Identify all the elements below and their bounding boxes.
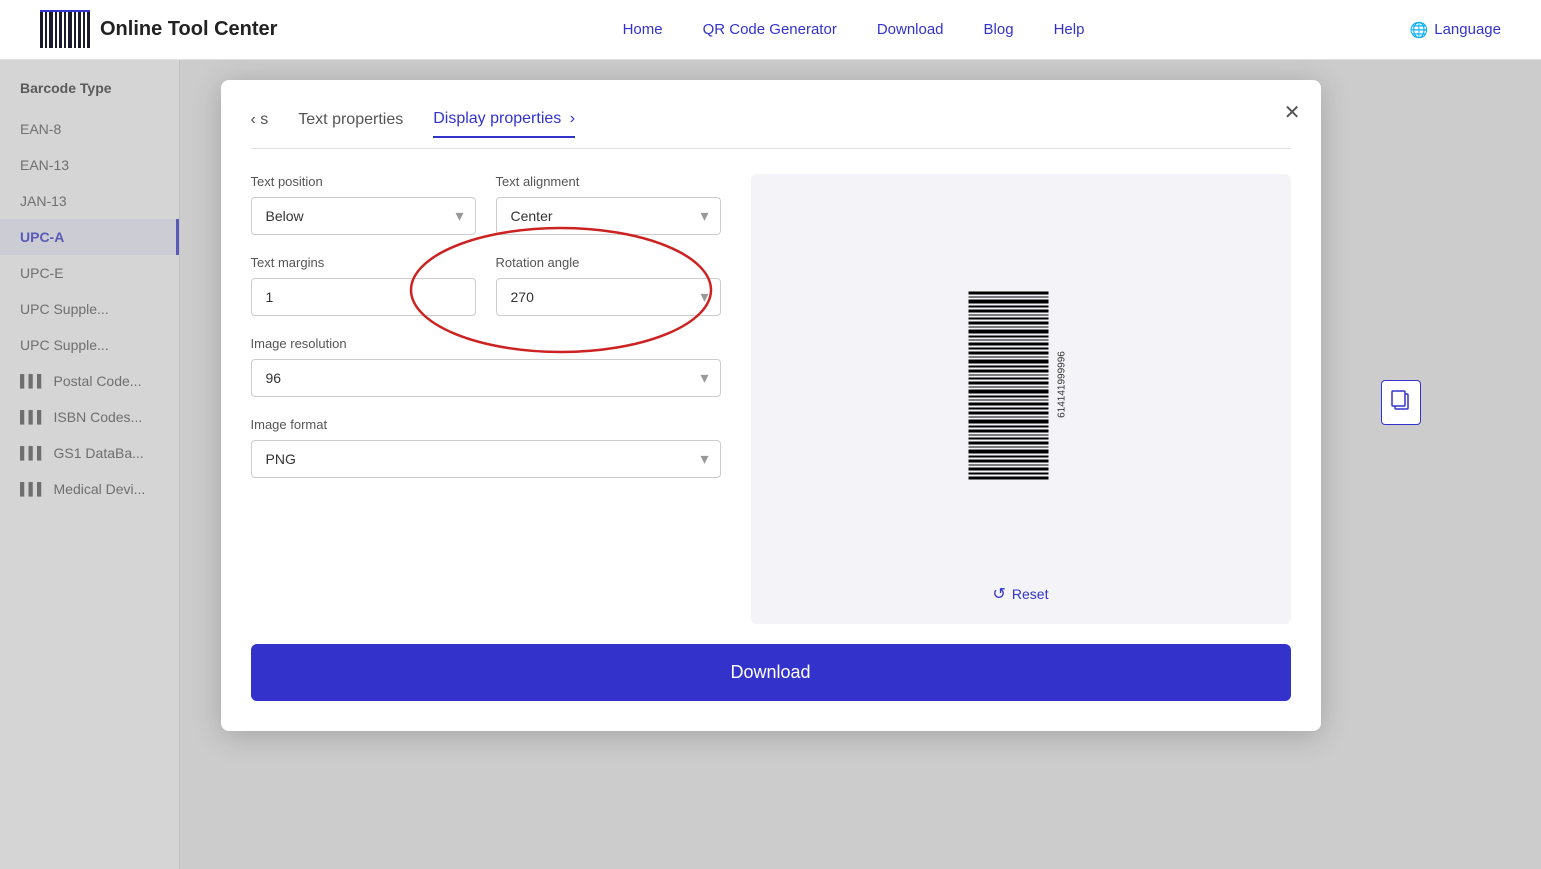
- image-resolution-label: Image resolution: [251, 336, 721, 351]
- logo-barcode-icon: [40, 10, 90, 50]
- chevron-left-icon: ‹: [251, 111, 256, 128]
- tab-display-properties[interactable]: Display properties ›: [433, 110, 575, 138]
- copy-icon: [1390, 389, 1412, 411]
- image-resolution-group: Image resolution 72 96 150 300: [251, 336, 721, 397]
- language-selector[interactable]: 🌐 Language: [1410, 21, 1501, 39]
- reset-label: Reset: [1012, 586, 1049, 602]
- form-row-1: Text position Below Above None Text alig…: [251, 174, 721, 235]
- reset-button[interactable]: ↺ Reset: [993, 584, 1049, 604]
- text-margins-input[interactable]: [251, 278, 476, 316]
- modal-overlay: ‹ ←ss Text properties Display properties…: [0, 60, 1541, 869]
- logo[interactable]: Online Tool Center: [40, 10, 277, 50]
- nav-blog[interactable]: Blog: [984, 21, 1014, 38]
- text-alignment-select[interactable]: Center Left Right: [496, 197, 721, 235]
- barcode-preview: 614141999996: [921, 194, 1121, 574]
- image-format-select-wrapper: PNG JPEG SVG BMP: [251, 440, 721, 478]
- header: Online Tool Center Home QR Code Generato…: [0, 0, 1541, 60]
- copy-icon-button[interactable]: [1381, 380, 1421, 425]
- barcode-svg: 614141999996: [968, 284, 1068, 484]
- image-format-label: Image format: [251, 417, 721, 432]
- rotation-angle-label: Rotation angle: [496, 255, 721, 270]
- download-button[interactable]: Download: [251, 644, 1291, 701]
- nav-home[interactable]: Home: [623, 21, 663, 38]
- modal-content: Text position Below Above None Text alig…: [251, 174, 1291, 624]
- svg-text:614141999996: 614141999996: [1056, 350, 1067, 417]
- modal: ‹ ←ss Text properties Display properties…: [221, 80, 1321, 731]
- tab-text-properties[interactable]: Text properties: [298, 111, 403, 137]
- modal-form: Text position Below Above None Text alig…: [251, 174, 721, 624]
- barcode-rotated: 614141999996: [968, 284, 1073, 484]
- text-position-label: Text position: [251, 174, 476, 189]
- nav-help[interactable]: Help: [1054, 21, 1085, 38]
- text-alignment-select-wrapper: Center Left Right: [496, 197, 721, 235]
- image-format-group: Image format PNG JPEG SVG BMP: [251, 417, 721, 478]
- page-body: Barcode Type EAN-8 EAN-13 JAN-13 UPC-A U…: [0, 60, 1541, 869]
- chevron-right-icon: ›: [570, 110, 575, 127]
- text-margins-group: Text margins: [251, 255, 476, 316]
- form-row-2: Text margins Rotation angle 0 90 180 270: [251, 255, 721, 316]
- text-position-select-wrapper: Below Above None: [251, 197, 476, 235]
- logo-text: Online Tool Center: [100, 18, 277, 41]
- image-resolution-select-wrapper: 72 96 150 300: [251, 359, 721, 397]
- globe-icon: 🌐: [1410, 21, 1429, 39]
- text-margins-label: Text margins: [251, 255, 476, 270]
- nav-qr[interactable]: QR Code Generator: [703, 21, 837, 38]
- text-alignment-group: Text alignment Center Left Right: [496, 174, 721, 235]
- rotation-angle-select-wrapper: 0 90 180 270: [496, 278, 721, 316]
- modal-close-button[interactable]: ✕: [1284, 100, 1301, 125]
- text-position-select[interactable]: Below Above None: [251, 197, 476, 235]
- text-position-group: Text position Below Above None: [251, 174, 476, 235]
- image-resolution-select[interactable]: 72 96 150 300: [251, 359, 721, 397]
- rotation-angle-select[interactable]: 0 90 180 270: [496, 278, 721, 316]
- language-label: Language: [1434, 21, 1501, 38]
- image-format-select[interactable]: PNG JPEG SVG BMP: [251, 440, 721, 478]
- barcode-preview-panel: 614141999996 ↺ Reset: [751, 174, 1291, 624]
- tab-back[interactable]: ‹ ←ss: [251, 111, 269, 137]
- modal-tabs: ‹ ←ss Text properties Display properties…: [251, 110, 1291, 149]
- tab-label: Display properties: [433, 110, 561, 127]
- tab-label: Text properties: [298, 111, 403, 128]
- text-alignment-label: Text alignment: [496, 174, 721, 189]
- nav-download[interactable]: Download: [877, 21, 944, 38]
- reset-icon: ↺: [993, 584, 1006, 604]
- main-nav: Home QR Code Generator Download Blog Hel…: [337, 21, 1369, 38]
- rotation-angle-group: Rotation angle 0 90 180 270: [496, 255, 721, 316]
